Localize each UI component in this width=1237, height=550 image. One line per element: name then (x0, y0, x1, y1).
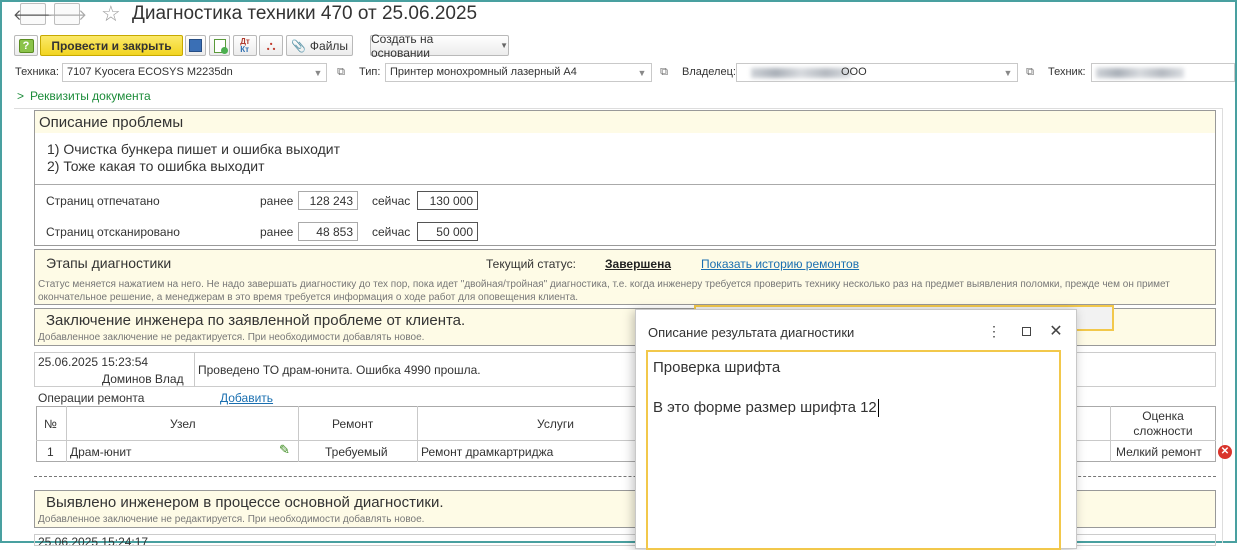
delete-row-icon[interactable]: ✕ (1218, 445, 1232, 459)
create-based-on-button[interactable]: Создать на основании ▼ (370, 32, 509, 60)
add-operation-link[interactable]: Добавить (220, 391, 273, 405)
conclusion-record-divider (194, 352, 195, 387)
col-header-services[interactable]: Услуги (537, 417, 574, 431)
row-service: Ремонт драмкартриджа (421, 445, 554, 459)
debit-credit-icon: Дт Кт (240, 36, 250, 54)
type-open-icon[interactable]: ⧉ (654, 63, 674, 82)
type-field[interactable]: Принтер монохромный лазерный А4 (385, 63, 652, 82)
status-label: Текущий статус: (486, 257, 576, 271)
row-num: 1 (47, 445, 54, 459)
arrow-right-icon: 🡒 (46, 6, 88, 24)
conclusion-author: Доминов Влад (102, 372, 184, 386)
structure-button[interactable]: ⛬ (259, 35, 283, 56)
requisites-label: Реквизиты документа (30, 89, 151, 103)
operations-label: Операции ремонта (38, 391, 145, 405)
form-top-divider (14, 108, 1222, 109)
requisites-link[interactable]: > Реквизиты документа (17, 89, 151, 103)
owner-field[interactable]: ООО (736, 63, 1018, 82)
diagnostic-description-textarea[interactable]: Проверка шрифта В это форме размер шрифт… (646, 350, 1061, 550)
pencil-icon[interactable]: ✎ (279, 442, 290, 458)
printed-now-label: сейчас (372, 194, 411, 208)
maximize-icon[interactable] (1016, 321, 1036, 341)
scanned-before-label: ранее (260, 225, 294, 239)
repair-history-link[interactable]: Показать историю ремонтов (701, 257, 859, 271)
found-date: 25.06.2025 15:24:17 (38, 535, 149, 546)
scanned-label: Страниц отсканировано (46, 225, 180, 239)
files-button[interactable]: 📎 Файлы (286, 35, 353, 56)
status-value-link[interactable]: Завершена (605, 257, 671, 271)
scanned-now-field[interactable]: 50 000 (417, 222, 478, 241)
text-cursor (877, 399, 879, 417)
more-options-icon[interactable]: ⋮ (984, 321, 1004, 341)
problem-title: Описание проблемы (39, 114, 184, 131)
post-button[interactable] (209, 35, 230, 56)
post-and-close-button[interactable]: Провести и закрыть (40, 35, 183, 56)
type-dropdown-icon[interactable]: ▼ (632, 63, 652, 82)
col-header-repair[interactable]: Ремонт (332, 417, 373, 431)
row-repair: Требуемый (325, 445, 388, 459)
forward-button[interactable]: 🡒 (47, 3, 87, 25)
save-icon (189, 39, 202, 52)
col-header-node[interactable]: Узел (170, 417, 196, 431)
problem-line-1: 1) Очистка бункера пишет и ошибка выходи… (47, 141, 340, 157)
equipment-label: Техника: (15, 66, 59, 78)
technician-redacted (1096, 68, 1184, 78)
printed-before-value: 128 243 (298, 191, 358, 210)
equipment-field[interactable]: 7107 Kyocera ECOSYS M2235dn (62, 63, 327, 82)
create-based-label: Создать на основании (371, 31, 434, 60)
problem-lines[interactable]: 1) Очистка бункера пишет и ошибка выходи… (47, 141, 340, 175)
technician-label: Техник: (1048, 66, 1086, 78)
save-button[interactable] (185, 35, 206, 56)
back-button[interactable]: 🡐 (13, 3, 53, 25)
dialog-line-1: Проверка шрифта (653, 359, 781, 376)
post-document-icon (213, 38, 228, 54)
owner-suffix: ООО (841, 66, 867, 78)
owner-redacted (751, 68, 851, 78)
scanned-before-value: 48 853 (298, 222, 358, 241)
window-title: Диагностика техники 470 от 25.06.2025 (132, 3, 478, 24)
printed-now-field[interactable]: 130 000 (417, 191, 478, 210)
owner-label: Владелец: (682, 66, 736, 78)
conclusion-title: Заключение инженера по заявленной пробле… (46, 312, 466, 329)
problem-section-header (35, 111, 1215, 133)
files-label: Файлы (309, 38, 349, 53)
technician-field[interactable] (1091, 63, 1235, 82)
type-label: Тип: (359, 66, 381, 78)
diagnostic-result-dialog: Описание результата диагностики ⋮ ✕ Пров… (635, 309, 1077, 550)
equipment-open-icon[interactable]: ⧉ (331, 63, 351, 82)
printed-before-label: ранее (260, 194, 294, 208)
help-button[interactable]: ? (14, 35, 38, 56)
owner-open-icon[interactable]: ⧉ (1020, 63, 1040, 82)
row-node: Драм-юнит (70, 445, 132, 459)
found-note: Добавленное заключение не редактируется.… (38, 514, 425, 525)
help-icon: ? (18, 38, 34, 53)
row-complexity: Мелкий ремонт (1116, 445, 1202, 459)
conclusion-note: Добавленное заключение не редактируется.… (38, 332, 425, 343)
favorite-star-icon[interactable]: ☆ (101, 1, 121, 27)
col-header-num[interactable]: № (44, 417, 57, 431)
owner-dropdown-icon[interactable]: ▼ (998, 63, 1018, 82)
stages-title: Этапы диагностики (46, 255, 172, 271)
dialog-blank-line (653, 378, 1054, 398)
scroll-divider (1222, 108, 1223, 543)
col-header-complexity[interactable]: Оценка сложности (1128, 409, 1198, 439)
dialog-line-2: В это форме размер шрифта 12 (653, 399, 877, 416)
dialog-title: Описание результата диагностики (648, 325, 855, 340)
hierarchy-icon: ⛬ (266, 37, 276, 53)
equipment-dropdown-icon[interactable]: ▼ (308, 63, 328, 82)
scanned-now-label: сейчас (372, 225, 411, 239)
found-title: Выявлено инженером в процессе основной д… (46, 494, 444, 511)
conclusion-text: Проведено ТО драм-юнита. Ошибка 4990 про… (198, 363, 481, 377)
debit-credit-button[interactable]: Дт Кт (233, 35, 257, 56)
close-icon[interactable]: ✕ (1046, 321, 1066, 341)
printed-label: Страниц отпечатано (46, 194, 160, 208)
stages-note: Статус меняется нажатием на него. Не над… (38, 279, 1170, 303)
conclusion-date: 25.06.2025 15:23:54 (38, 355, 149, 369)
dropdown-arrow-icon: ▼ (500, 41, 508, 50)
chevron-right-icon: > (17, 89, 25, 103)
problem-line-2: 2) Тоже какая то ошибка выходит (47, 158, 265, 174)
problem-divider (35, 184, 1215, 185)
paperclip-icon: 📎 (290, 38, 306, 53)
